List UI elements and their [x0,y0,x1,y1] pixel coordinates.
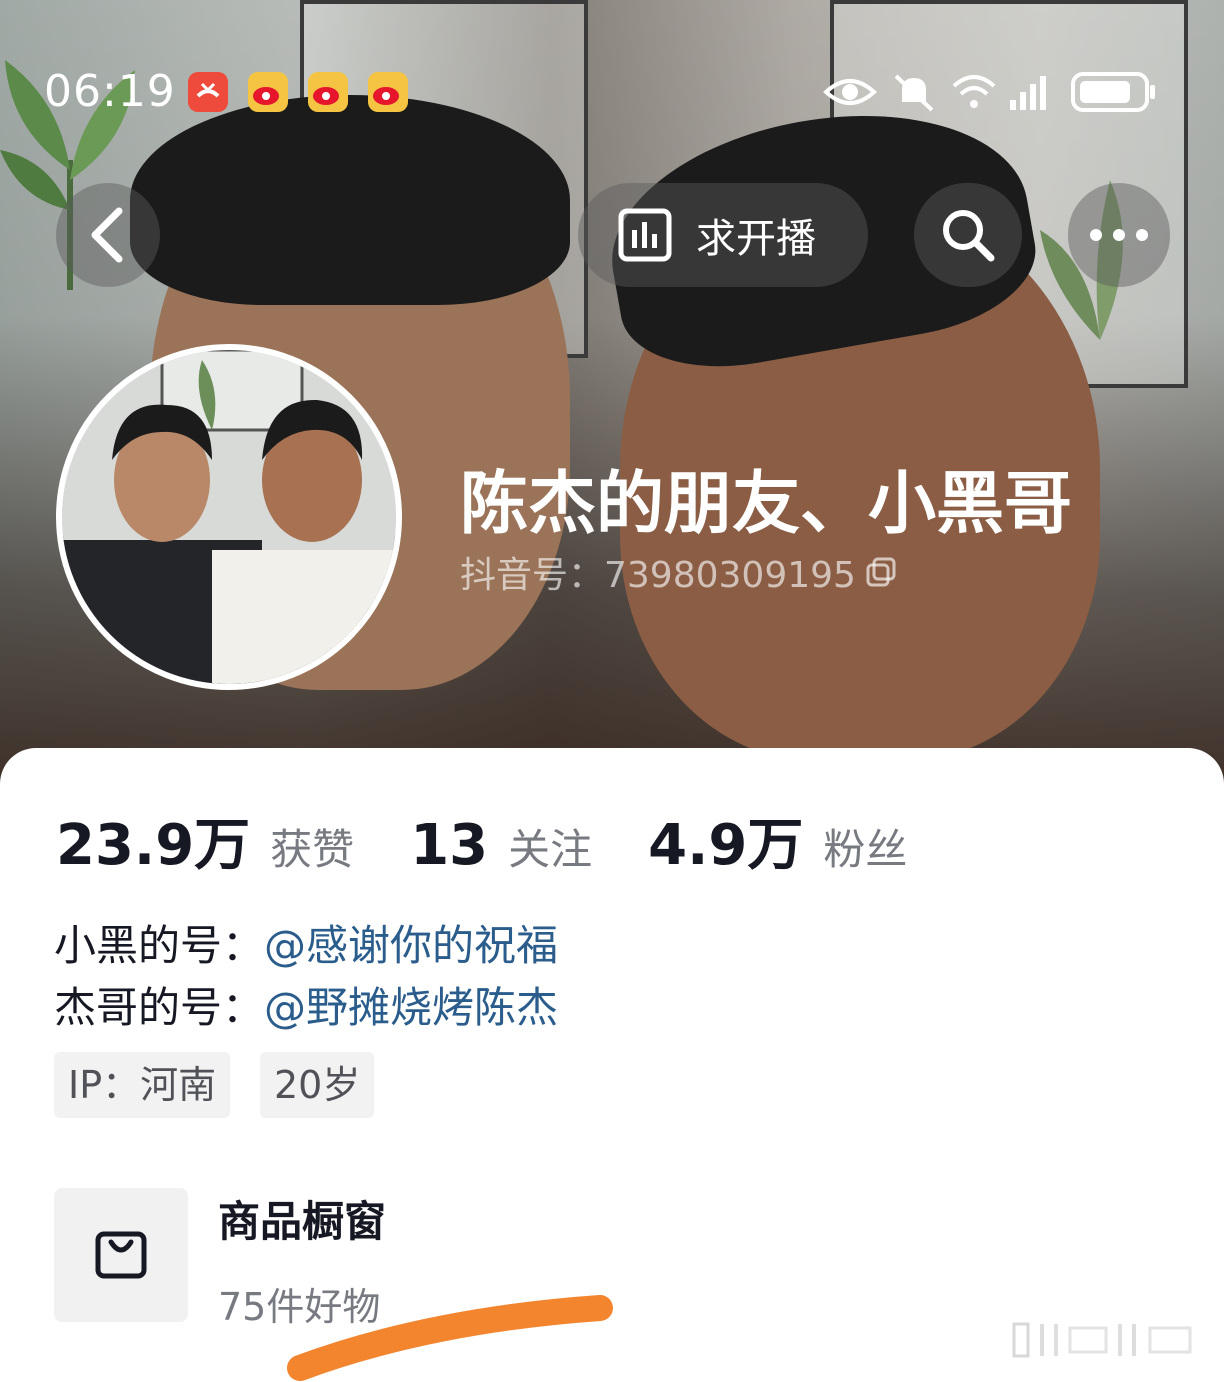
bio-link-mention[interactable]: @感谢你的祝福 [264,921,558,970]
bio-prefix: 杰哥的号： [54,983,265,1032]
more-button[interactable] [1068,183,1170,287]
bio-link-mention[interactable]: @野摊烧烤陈杰 [264,983,558,1032]
avatar-photo [62,350,396,684]
back-icon [91,207,123,263]
battery-icon [1071,72,1155,112]
age-tag: 20岁 [260,1052,375,1118]
stats-row: 23.9万 获赞 13 关注 4.9万 粉丝 [56,800,963,881]
bio-line: 杰哥的号：@野摊烧烤陈杰 [54,974,558,1035]
douyin-id[interactable]: 抖音号：73980309195 [460,546,898,598]
eye-icon [823,79,877,105]
following-count[interactable]: 13 [410,813,488,878]
likes-label[interactable]: 获赞 [270,816,354,877]
likes-count[interactable]: 23.9万 [56,800,250,881]
wifi-icon [952,75,996,108]
ip-location-tag: IP：河南 [54,1052,231,1118]
highlight-underline-stroke [287,1295,613,1381]
bio-line: 小黑的号：@感谢你的祝福 [54,912,558,973]
request-live-label: 求开播 [696,216,816,262]
mute-bell-icon [894,74,934,112]
following-label[interactable]: 关注 [508,816,592,877]
shopping-bag-icon [95,1231,147,1279]
profile-name: 陈杰的朋友、小黑哥 [460,465,1073,544]
search-icon [943,210,995,262]
followers-count[interactable]: 4.9万 [648,800,803,881]
weibo-notification-icon [308,72,348,112]
copy-icon[interactable] [864,555,898,589]
bg-hair-left [130,95,570,305]
search-button[interactable] [914,183,1022,287]
back-button[interactable] [56,183,160,287]
weibo-notification-icon [368,72,408,112]
bio-prefix: 小黑的号： [54,921,265,970]
avatar[interactable] [56,344,402,690]
weibo-notification-icon [248,72,288,112]
status-time: 06:19 [44,66,176,117]
douyin-id-text: 抖音号：73980309195 [460,555,856,596]
status-icons [822,70,1158,114]
shop-window-button[interactable] [54,1188,188,1322]
watermark-icon [1012,1322,1192,1358]
chart-icon [618,208,672,262]
more-icon [1090,229,1148,241]
shop-window-title[interactable]: 商品橱窗 [218,1188,386,1249]
missed-call-notification-icon [188,72,228,112]
followers-label[interactable]: 粉丝 [823,816,907,877]
signal-icon [1010,76,1046,110]
request-live-button[interactable]: 求开播 [578,183,868,287]
